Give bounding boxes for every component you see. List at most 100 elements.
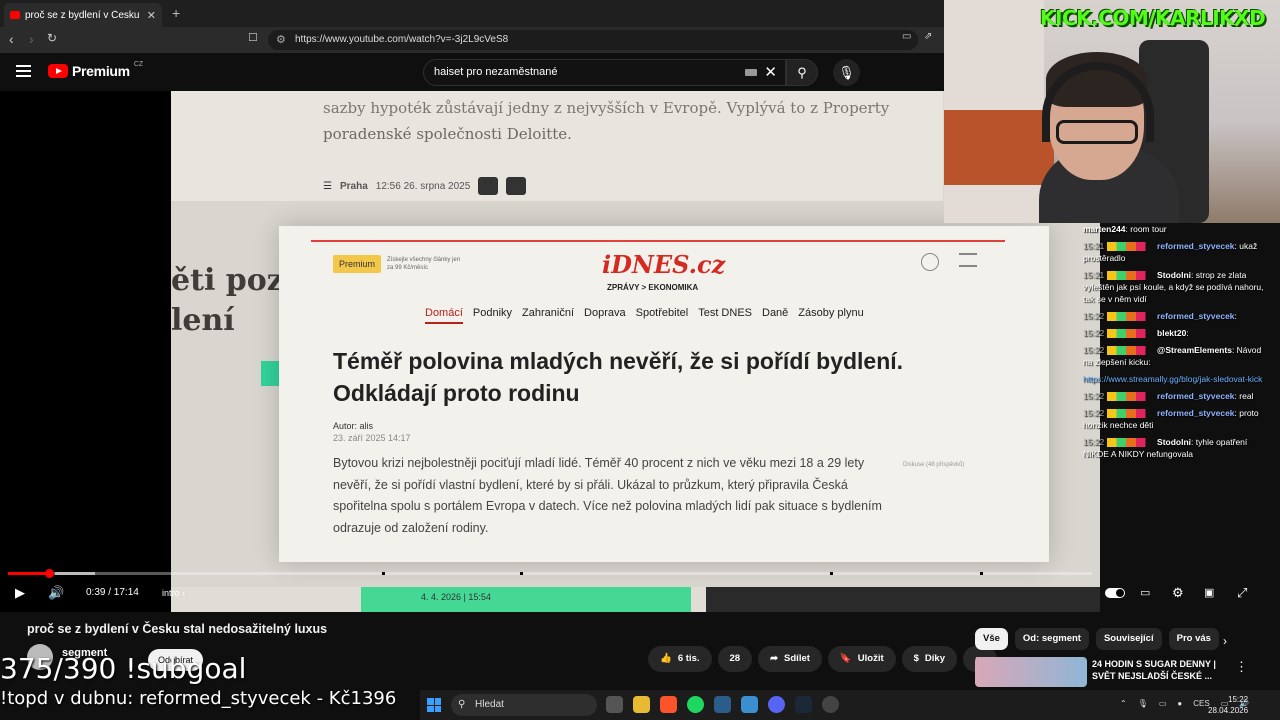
print-icon: [478, 177, 499, 195]
filter-chip[interactable]: Související: [1095, 628, 1162, 650]
thanks-label: Díky: [924, 653, 945, 664]
chapter-marker: [980, 572, 983, 575]
chat-message: 15:21 reformed_styvecek: ukaž prostěradl…: [1083, 241, 1258, 263]
share-label: Sdílet: [784, 653, 810, 664]
browser-tab[interactable]: proč se z bydlení v Česku stal nedosažit…: [4, 3, 162, 27]
bg-city: Praha: [339, 180, 368, 192]
reload-icon[interactable]: ↻: [47, 31, 57, 45]
refresh-app-icon[interactable]: [741, 696, 758, 713]
tray-app-icon[interactable]: ▭: [1159, 699, 1167, 708]
chat-message: 15:22 reformed_styvecek:: [1083, 311, 1237, 322]
bg-article-line1: sazby hypoték zůstávají jedny z nejvyšší…: [323, 99, 890, 117]
save-icon: 🔖: [839, 653, 852, 664]
video-player[interactable]: sazby hypoték zůstávají jedny z nejvyšší…: [0, 91, 1100, 612]
tray-mic-icon[interactable]: 🎙: [1138, 699, 1148, 708]
bg-article-meta: ☰ Praha 12:56 26. srpna 2025: [323, 177, 527, 195]
hamburger-menu-icon[interactable]: [16, 65, 31, 80]
premium-promo: Získejte všechny články jen za 99 Kč/měs…: [387, 257, 461, 271]
fullscreen-icon[interactable]: ⤢: [1237, 585, 1247, 601]
volume-icon[interactable]: 🔊: [48, 585, 64, 601]
app-icon[interactable]: [714, 696, 731, 713]
chat-username[interactable]: reformed_styvecek: [1157, 391, 1235, 401]
chat-badges-icon: [1106, 312, 1155, 322]
recommendation-chips: Vše Od: segment Související Pro vás: [975, 628, 1219, 650]
menu-icon: [959, 253, 977, 267]
clock-time: 15:22: [1228, 695, 1249, 704]
played-bar: [8, 572, 50, 575]
video-title: proč se z bydlení v Česku stal nedosažit…: [27, 622, 328, 636]
chat-link[interactable]: https://www.streamally.gg/blog/jak-sledo…: [1083, 374, 1262, 384]
site-info-icon[interactable]: ⚙: [276, 30, 286, 50]
autoplay-toggle[interactable]: [1105, 588, 1125, 598]
chat-badges-icon: [1106, 271, 1155, 281]
recommended-title[interactable]: 24 HODIN S SUGAR DENNY | SVĚT NEJSLADŠÍ …: [1092, 658, 1222, 682]
subtitles-icon[interactable]: ▭: [1140, 586, 1150, 599]
keyboard-icon[interactable]: [745, 69, 757, 76]
clear-search-icon[interactable]: ✕: [764, 60, 777, 85]
clock[interactable]: 15:22 28.04.2026: [1208, 694, 1248, 716]
recommended-thumbnail[interactable]: [975, 657, 1087, 687]
voice-search-button[interactable]: 🎙: [833, 59, 860, 86]
url-text: https://www.youtube.com/watch?v=-3j2L9cV…: [295, 34, 509, 45]
chapter-title[interactable]: intro ›: [162, 588, 185, 598]
chat-badges-icon: [1106, 346, 1155, 356]
obs-icon[interactable]: [822, 696, 839, 713]
microphone-icon: 🎙: [838, 65, 855, 80]
chat-username[interactable]: Stodolni: [1157, 437, 1191, 447]
play-icon[interactable]: ▶: [15, 585, 25, 601]
chat-username[interactable]: marten244: [1083, 224, 1126, 234]
chat-username[interactable]: blekt20: [1157, 328, 1186, 338]
stream-chat: marten244: room tour 15:21 reformed_styve…: [1083, 223, 1273, 493]
menu-lines-icon: ☰: [323, 180, 332, 192]
chat-username[interactable]: @StreamElements: [1157, 345, 1232, 355]
chat-username[interactable]: reformed_styvecek: [1157, 311, 1235, 321]
chapter-marker: [830, 572, 833, 575]
new-tab-button[interactable]: +: [172, 5, 180, 21]
steam-icon[interactable]: [795, 696, 812, 713]
article-nav-item: Zásoby plynu: [798, 307, 864, 319]
windows-start-icon[interactable]: [427, 698, 441, 712]
chat-username[interactable]: reformed_styvecek: [1157, 408, 1235, 418]
taskbar-search[interactable]: ⚲ Hledat: [451, 694, 597, 716]
share-page-icon[interactable]: ⇗: [924, 31, 932, 42]
file-explorer-icon[interactable]: [633, 696, 650, 713]
youtube-header: Premium CZ haiset pro nezaměstnané ✕ ⚲ 🎙: [0, 53, 944, 91]
back-icon[interactable]: ‹: [9, 31, 14, 47]
chat-username[interactable]: reformed_styvecek: [1157, 241, 1235, 251]
brave-browser-icon[interactable]: [660, 696, 677, 713]
filter-chip[interactable]: Pro vás: [1168, 628, 1219, 650]
time-display: 0:39 / 17:14: [86, 587, 139, 598]
thanks-button[interactable]: $ Díky: [901, 646, 957, 672]
chevron-right-icon[interactable]: ›: [1223, 634, 1227, 648]
comments-button[interactable]: 28: [717, 646, 753, 672]
chat-username[interactable]: Stodolni: [1157, 270, 1191, 280]
forward-icon[interactable]: ›: [29, 31, 34, 47]
youtube-logo[interactable]: Premium CZ: [48, 61, 143, 79]
logo-text: Premium: [72, 63, 130, 79]
progress-bar[interactable]: [8, 569, 1092, 578]
cast-icon[interactable]: ▭: [902, 31, 911, 42]
discord-icon[interactable]: [768, 696, 785, 713]
task-view-icon[interactable]: [606, 696, 623, 713]
like-button[interactable]: 👍 6 tis.: [648, 646, 712, 672]
spotify-icon[interactable]: [687, 696, 704, 713]
share-button[interactable]: ➦ Sdílet: [758, 646, 822, 672]
chat-timestamp: 15:22: [1083, 408, 1105, 418]
settings-icon[interactable]: ⚙: [1172, 585, 1184, 601]
filter-chip[interactable]: Od: segment: [1014, 628, 1089, 650]
url-field[interactable]: ⚙ https://www.youtube.com/watch?v=-3j2L9…: [268, 30, 918, 50]
tray-chevron-icon[interactable]: ⌃: [1120, 699, 1127, 708]
save-button[interactable]: 🔖 Uložit: [827, 646, 896, 672]
close-tab-icon[interactable]: ✕: [147, 9, 156, 22]
bookmark-icon[interactable]: ☐: [248, 31, 258, 44]
more-options-icon[interactable]: ⋮: [1235, 659, 1248, 675]
address-bar: ‹ › ↻ ☐ ⚙ https://www.youtube.com/watch?…: [0, 27, 944, 53]
miniplayer-icon[interactable]: ▣: [1204, 586, 1214, 599]
tray-steam-icon[interactable]: ●: [1177, 699, 1182, 708]
search-button[interactable]: ⚲: [786, 59, 818, 86]
filter-chip[interactable]: Vše: [975, 628, 1008, 650]
search-input[interactable]: haiset pro nezaměstnané ✕: [423, 59, 786, 86]
clock-date: 28.04.2026: [1208, 706, 1249, 715]
article-nav-item: Doprava: [584, 307, 626, 319]
red-top-line: [311, 240, 1005, 242]
